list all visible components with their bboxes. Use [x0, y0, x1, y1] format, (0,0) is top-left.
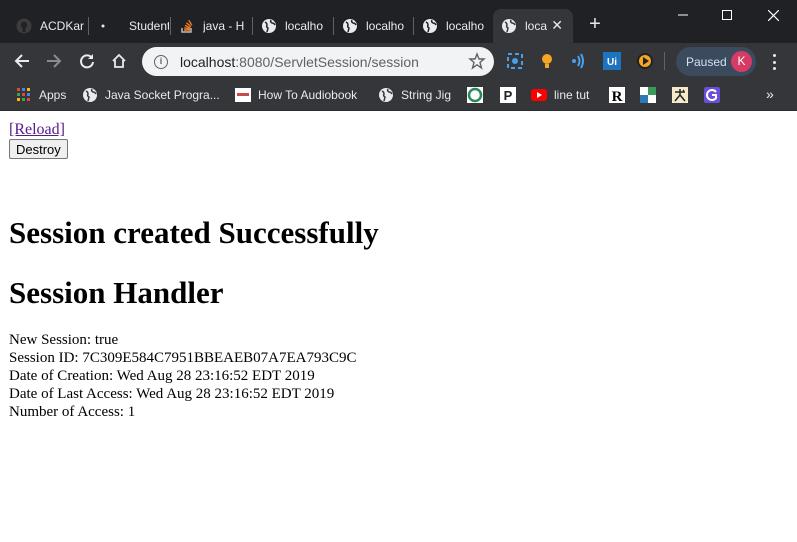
bookmark-p-logo[interactable]: P — [500, 85, 523, 105]
site-info-icon[interactable]: i — [154, 54, 168, 69]
github-icon — [16, 18, 32, 34]
session-id-line: Session ID: 7C309E584C7951BBEAEB07A7EA79… — [9, 350, 357, 366]
browser-toolbar: i localhost:8080/ServletSession/session … — [0, 43, 797, 80]
destroy-button[interactable]: Destroy — [9, 139, 68, 159]
back-button[interactable] — [10, 49, 34, 73]
svg-text:R: R — [612, 89, 623, 103]
close-tab-icon[interactable]: ✕ — [551, 17, 563, 34]
bookmark-kanji[interactable] — [672, 85, 695, 105]
bookmark-java-socket[interactable]: Java Socket Progra... — [82, 85, 220, 105]
reload-button[interactable] — [75, 49, 99, 73]
svg-text:P: P — [504, 88, 513, 103]
reload-link[interactable]: [Reload] — [9, 121, 65, 139]
profile-status: Paused — [686, 54, 727, 69]
media-extension-icon[interactable] — [636, 52, 654, 70]
session-created-heading: Session created Successfully — [9, 215, 379, 250]
maximize-button[interactable] — [704, 0, 750, 30]
tab-localhost-1[interactable]: localho — [253, 9, 333, 43]
minimize-button[interactable] — [660, 0, 706, 30]
kanji-icon — [672, 87, 688, 103]
screenshot-extension-icon[interactable] — [506, 52, 524, 70]
globe-icon — [82, 87, 98, 103]
globe-icon — [342, 18, 358, 34]
refresh-icon — [80, 54, 94, 69]
svg-text:Ui: Ui — [607, 57, 617, 68]
tab-strip: ACDKar Student java - H localho localho … — [0, 0, 797, 43]
bookmark-mountain[interactable] — [640, 85, 663, 105]
bookmark-purple-g[interactable] — [704, 85, 727, 105]
forward-button[interactable] — [42, 49, 66, 73]
green-circle-icon — [467, 87, 483, 103]
avatar: K — [731, 51, 752, 72]
bookmarks-bar: Apps Java Socket Progra... How To Audiob… — [0, 80, 797, 111]
bookmark-string-jig[interactable]: String Jig — [378, 85, 451, 105]
creation-date-line: Date of Creation: Wed Aug 28 23:16:52 ED… — [9, 368, 315, 384]
globe-icon — [378, 87, 394, 103]
tab-localhost-3[interactable]: localho — [414, 9, 492, 43]
tab-active-localhost[interactable]: loca ✕ — [493, 9, 573, 43]
access-count-line: Number of Access: 1 — [9, 404, 136, 420]
youtube-icon — [531, 87, 547, 103]
audio-waves-extension-icon[interactable] — [570, 52, 588, 70]
tab-localhost-2[interactable]: localho — [334, 9, 414, 43]
address-bar[interactable]: i localhost:8080/ServletSession/session — [142, 47, 494, 76]
url-text: localhost:8080/ServletSession/session — [180, 53, 419, 70]
bookmarks-overflow-icon[interactable]: » — [766, 86, 774, 102]
arrow-right-icon — [47, 54, 62, 68]
lightbulb-extension-icon[interactable] — [538, 52, 556, 70]
stackoverflow-icon — [179, 18, 195, 34]
globe-icon — [261, 18, 277, 34]
bookmark-line-tut[interactable]: line tut — [531, 85, 589, 105]
r-logo-icon: R — [609, 87, 625, 103]
session-handler-heading: Session Handler — [9, 275, 224, 310]
session-info: New Session: true Session ID: 7C309E584C… — [9, 331, 357, 421]
home-icon — [112, 53, 126, 68]
bookmark-star-icon[interactable] — [468, 52, 486, 70]
profile-button[interactable]: Paused K — [676, 47, 756, 76]
browser-menu-icon[interactable] — [768, 52, 780, 72]
home-button[interactable] — [107, 49, 131, 73]
audiobook-icon — [235, 87, 251, 103]
globe-icon — [501, 18, 517, 34]
tab-java[interactable]: java - H — [171, 9, 251, 43]
p-logo-icon: P — [500, 87, 516, 103]
tab-github[interactable]: ACDKar — [0, 9, 88, 43]
new-tab-button[interactable]: + — [584, 13, 606, 35]
last-access-line: Date of Last Access: Wed Aug 28 23:16:52… — [9, 386, 335, 402]
purple-g-icon — [704, 87, 720, 103]
close-window-button[interactable] — [750, 0, 796, 30]
globe-icon — [422, 18, 438, 34]
bookmark-r-logo[interactable]: R — [609, 85, 632, 105]
bookmark-apps[interactable]: Apps — [16, 85, 66, 105]
bookmark-audiobook[interactable]: How To Audiobook — [235, 85, 357, 105]
tab-student[interactable]: Student — [89, 9, 169, 43]
apps-grid-icon — [16, 87, 32, 103]
arrow-left-icon — [14, 54, 29, 68]
mountain-icon — [640, 87, 656, 103]
dot-icon — [95, 18, 111, 34]
new-session-line: New Session: true — [9, 332, 119, 348]
ui-extension-icon[interactable]: Ui — [603, 52, 621, 70]
page-content: [Reload] Destroy Session created Success… — [0, 112, 797, 542]
bookmark-green-circle[interactable] — [467, 85, 490, 105]
